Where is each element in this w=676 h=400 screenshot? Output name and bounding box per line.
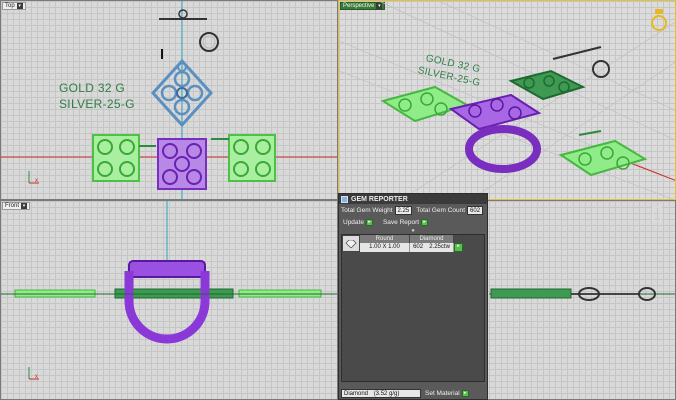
perspective-viewport[interactable]: Perspective ▾ GOLD 32 G SILVER-25-G (338, 0, 676, 200)
green-earring-right-shape (211, 134, 276, 182)
gem-totals-row: Total Gem Weight 2.25 Total Gem Count 60… (339, 204, 487, 216)
top-view-drawing (1, 1, 337, 199)
total-gem-weight-value: 2.25 (394, 205, 413, 215)
earring-right-persp-shape (558, 130, 648, 177)
green-earring-left-shape (92, 134, 156, 182)
front-view-drawing (1, 201, 337, 380)
gem-reporter-icon (341, 195, 348, 203)
gem-reporter-titlebar[interactable]: GEM REPORTER (339, 194, 487, 204)
set-material-go-icon: ▸ (461, 389, 469, 397)
silver-weight-label: SILVER-25-G (59, 97, 135, 111)
save-report-go-icon: ▸ (421, 218, 429, 226)
pendant-persp-shape (508, 46, 610, 101)
earring-left-persp-shape (380, 85, 470, 123)
gold-weight-label: GOLD 32 G (59, 81, 126, 95)
pendant-side-shape (490, 288, 572, 299)
gem-thumbnail[interactable] (342, 235, 360, 252)
axis-x-label: x (35, 178, 38, 184)
gem-reporter-panel[interactable]: GEM REPORTER Total Gem Weight 2.25 Total… (338, 193, 488, 400)
total-gem-count-value: 602 (467, 205, 484, 215)
gem-count-weight-cell: 602 2.25ctw (410, 243, 454, 252)
top-viewport[interactable]: Top ▾ GOLD 32 G SILVER-25-G x (0, 0, 338, 200)
save-report-button[interactable]: Save Report ▸ (383, 218, 429, 226)
material-footer: Diamond (3.52 g/g) Set Material ▸ (341, 388, 485, 398)
gem-actions-row: Update ▸ Save Report ▸ (339, 216, 487, 228)
set-material-button[interactable]: Set Material ▸ (425, 389, 469, 397)
ring-front-shape (124, 260, 210, 344)
purple-ring-shape (157, 138, 207, 190)
gem-table: Round Diamond 1.00 X 1.00 602 2.25ctw ▸ (341, 234, 485, 382)
col-header-material: Diamond (410, 235, 454, 243)
perspective-drawing (339, 1, 675, 199)
material-select[interactable]: Diamond (3.52 g/g) (341, 388, 421, 398)
ring-persp-shape (448, 93, 542, 173)
front-viewport[interactable]: Front ▾ x (0, 200, 338, 400)
diamond-gem-icon (345, 239, 357, 248)
update-button[interactable]: Update ▸ (343, 218, 373, 226)
update-go-icon: ▸ (365, 218, 373, 226)
gem-row-go-button[interactable]: ▸ (454, 243, 463, 252)
axis-x-label-front: x (35, 374, 38, 380)
col-header-shape: Round (360, 235, 410, 243)
gem-size-cell: 1.00 X 1.00 (360, 243, 410, 252)
